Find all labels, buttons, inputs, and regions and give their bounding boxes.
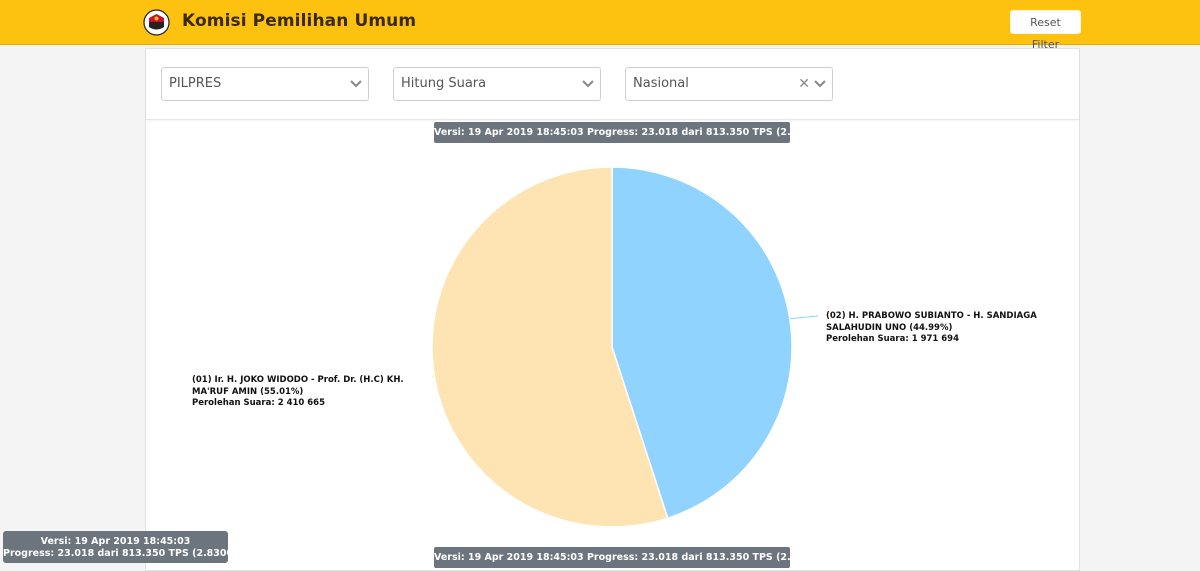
pie-label-02-line2: SALAHUDIN UNO (44.99%)	[826, 322, 953, 333]
vote-pie-chart	[431, 166, 819, 528]
pie-label-02-line1: (02) H. PRABOWO SUBIANTO - H. SANDIAGA	[826, 311, 1037, 321]
pie-label-01: (01) Ir. H. JOKO WIDODO - Prof. Dr. (H.C…	[192, 375, 404, 410]
pie-label-01-line1: (01) Ir. H. JOKO WIDODO - Prof. Dr. (H.C…	[192, 375, 404, 385]
version-corner-line2: Progress: 23.018 dari 813.350 TPS (2.830…	[3, 548, 254, 559]
version-badge-bottom: Versi: 19 Apr 2019 18:45:03 Progress: 23…	[434, 547, 838, 568]
pie-label-01-line2: MA'RUF AMIN (55.01%)	[192, 386, 304, 397]
pie-label-01-votes: Perolehan Suara: 2 410 665	[192, 398, 326, 408]
pie-leader-line	[789, 315, 819, 320]
version-corner-line1: Versi: 19 Apr 2019 18:45:03	[40, 536, 191, 547]
version-badge-corner: Versi: 19 Apr 2019 18:45:03 Progress: 23…	[3, 531, 254, 563]
pie-label-02: (02) H. PRABOWO SUBIANTO - H. SANDIAGA S…	[826, 311, 1037, 346]
pie-label-02-votes: Perolehan Suara: 1 971 694	[826, 334, 960, 344]
version-badge-top: Versi: 19 Apr 2019 18:45:03 Progress: 23…	[434, 122, 838, 143]
